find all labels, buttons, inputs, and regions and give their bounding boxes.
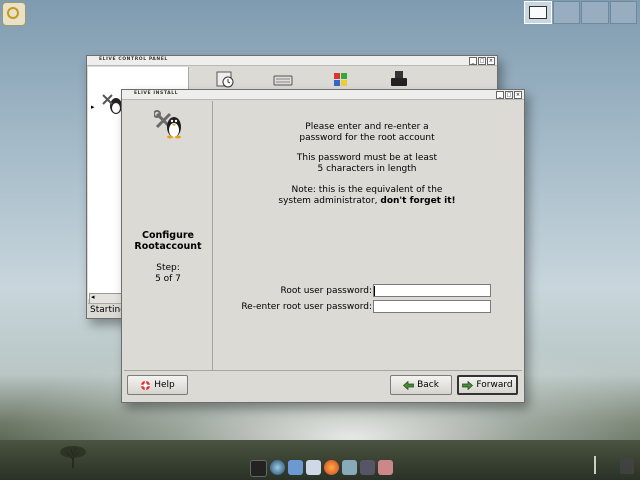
tools-mascot-icon xyxy=(154,110,181,139)
root-password-field[interactable] xyxy=(373,284,491,297)
reenter-password-field[interactable] xyxy=(373,300,491,313)
note-line2: system administrator, xyxy=(278,196,381,206)
windows-icon[interactable] xyxy=(331,69,351,89)
scroll-left-icon[interactable]: ◂ xyxy=(91,293,95,301)
instruction-line1: Please enter and re-enter a xyxy=(305,122,429,132)
clock-icon[interactable] xyxy=(215,69,235,89)
files-icon[interactable] xyxy=(306,460,321,475)
folder-icon[interactable] xyxy=(288,460,303,475)
pager-desk-4[interactable] xyxy=(609,1,637,24)
control-panel-icons xyxy=(215,69,409,89)
requirement-line2: 5 characters in length xyxy=(317,164,417,174)
help-button[interactable]: Help xyxy=(127,375,188,395)
arrow-left-icon xyxy=(403,380,414,390)
elive-menu-icon[interactable] xyxy=(2,2,26,26)
keyboard-icon[interactable] xyxy=(273,69,293,89)
globe-icon[interactable] xyxy=(270,460,285,475)
lifebuoy-icon xyxy=(141,380,151,390)
note-text: Note: this is the equivalent of the syst… xyxy=(214,185,520,207)
desktop-pager[interactable] xyxy=(524,1,637,24)
system-tray-icon[interactable] xyxy=(590,452,638,478)
instruction-line2: password for the root account xyxy=(299,133,435,143)
note-line1: Note: this is the equivalent of the xyxy=(291,185,443,195)
installer-sidebar: Configure Rootaccount Step: 5 of 7 xyxy=(124,101,213,370)
pager-desk-3[interactable] xyxy=(581,1,609,24)
forward-label: Forward xyxy=(476,380,513,390)
tree-icon xyxy=(60,446,86,468)
help-label: Help xyxy=(154,380,175,390)
pager-desk-2[interactable] xyxy=(552,1,580,24)
installer-window[interactable]: ELIVE INSTALL _ □ × Configure Rootaccoun… xyxy=(121,89,525,403)
close-button[interactable]: × xyxy=(514,91,522,99)
settings-icon[interactable] xyxy=(378,460,393,475)
control-panel-titlebar[interactable]: ELIVE CONTROL PANEL _ □ × xyxy=(87,56,497,66)
installer-titlebar[interactable]: ELIVE INSTALL _ □ × xyxy=(122,90,524,100)
minimize-button[interactable]: _ xyxy=(496,91,504,99)
reenter-password-label: Re-enter root user password: xyxy=(241,302,372,312)
requirement-line1: This password must be at least xyxy=(296,153,438,163)
text-cursor xyxy=(374,286,375,296)
step-label: Step: xyxy=(156,263,180,273)
tools-icon[interactable] xyxy=(342,460,357,475)
arrow-right-icon xyxy=(462,380,474,390)
pager-desk-1[interactable] xyxy=(524,1,552,24)
length-requirement-text: This password must be at least 5 charact… xyxy=(214,153,520,175)
installer-title: ELIVE INSTALL xyxy=(134,91,179,96)
back-label: Back xyxy=(417,380,439,390)
maximize-button[interactable]: □ xyxy=(478,57,486,65)
launcher-bar xyxy=(250,460,393,478)
forward-button[interactable]: Forward xyxy=(457,375,518,395)
step-counter: 5 of 7 xyxy=(155,274,181,284)
control-panel-title: ELIVE CONTROL PANEL xyxy=(99,57,168,62)
button-separator xyxy=(124,370,522,371)
monitor-icon[interactable] xyxy=(250,460,267,477)
step-title-line1: Configure xyxy=(142,230,194,241)
note-warning: don't forget it! xyxy=(380,196,456,206)
minimize-button[interactable]: _ xyxy=(469,57,477,65)
printer-icon[interactable] xyxy=(389,69,409,89)
maximize-button[interactable]: □ xyxy=(505,91,513,99)
root-password-label: Root user password: xyxy=(280,286,372,296)
expand-arrow-icon[interactable]: ▸ xyxy=(91,103,95,111)
network-icon[interactable] xyxy=(360,460,375,475)
browser-icon[interactable] xyxy=(324,460,339,475)
step-title-line2: Rootaccount xyxy=(134,241,202,252)
instruction-text: Please enter and re-enter a password for… xyxy=(214,122,520,144)
close-button[interactable]: × xyxy=(487,57,495,65)
step-title: Configure Rootaccount xyxy=(124,230,212,252)
back-button[interactable]: Back xyxy=(390,375,452,395)
